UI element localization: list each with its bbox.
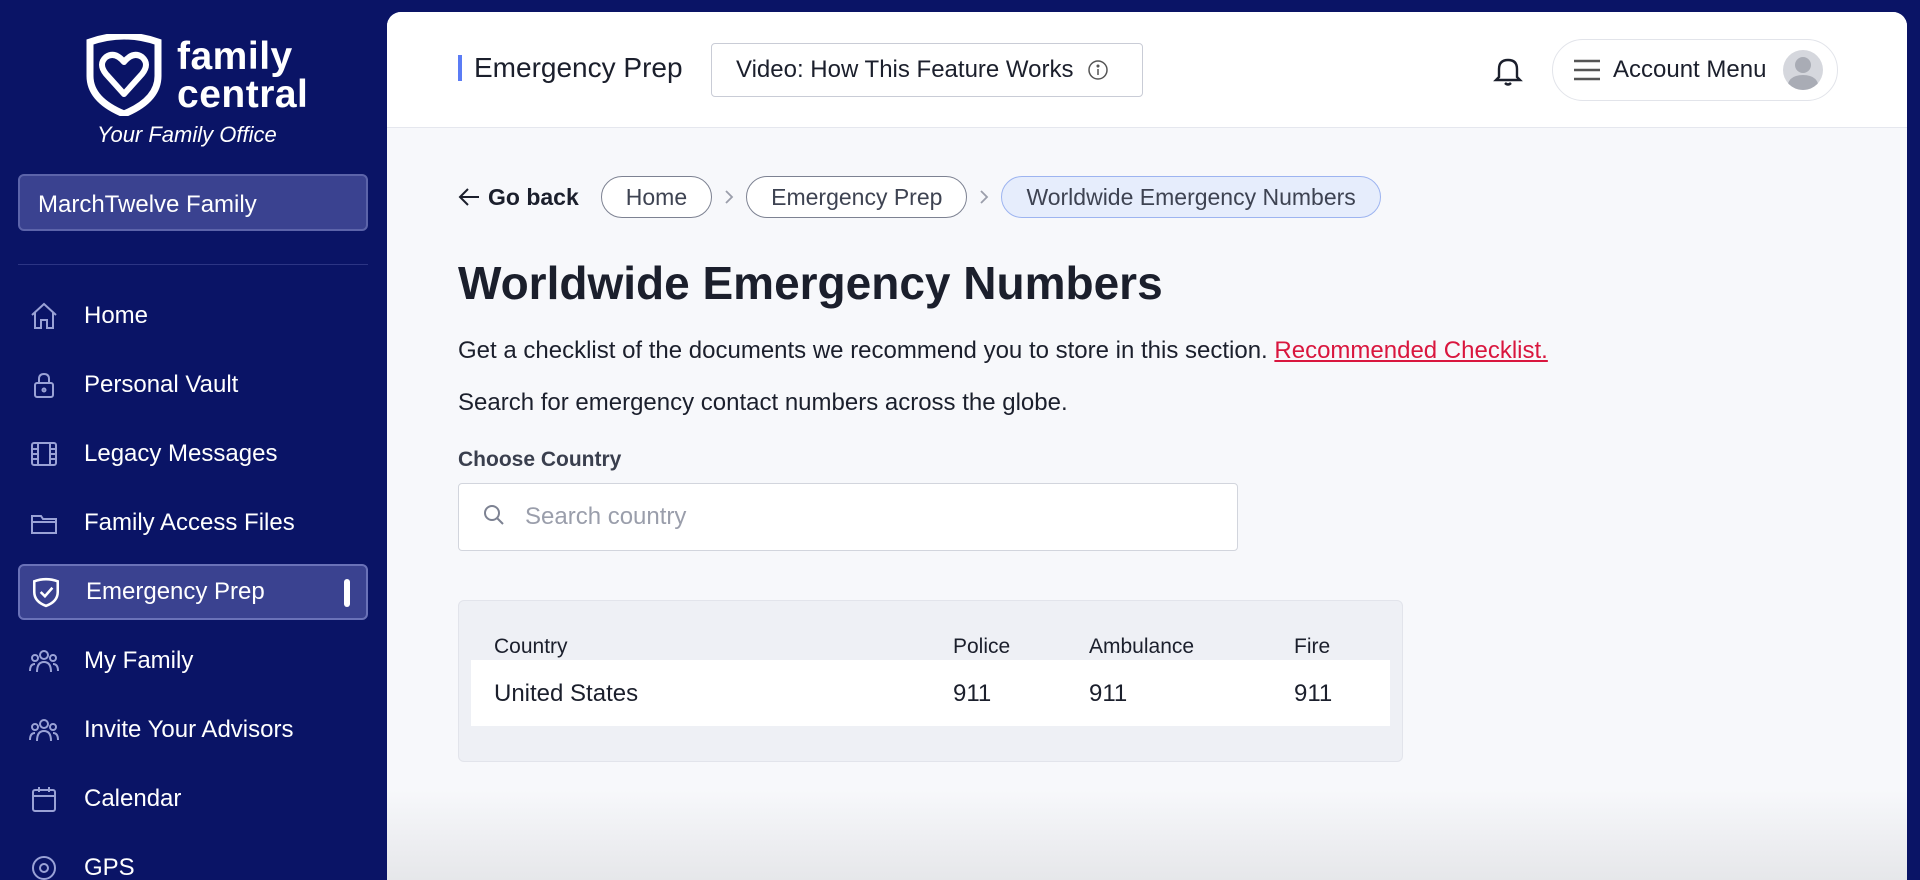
- column-header-police: Police: [953, 635, 1011, 658]
- avatar: [1783, 50, 1823, 90]
- sidebar-item-legacy-messages[interactable]: Legacy Messages: [18, 426, 368, 482]
- notifications-bell-icon[interactable]: [1493, 55, 1523, 92]
- page-title: Worldwide Emergency Numbers: [458, 257, 1163, 309]
- cell-ambulance: 911: [1089, 680, 1128, 707]
- video-button-label: Video: How This Feature Works: [736, 56, 1074, 83]
- hamburger-menu-icon: [1573, 58, 1601, 82]
- sidebar-item-label: Home: [84, 302, 149, 329]
- lock-icon: [28, 369, 60, 401]
- country-search-input[interactable]: [525, 503, 1205, 531]
- people-icon: [28, 645, 60, 677]
- checklist-text: Get a checklist of the documents we reco…: [458, 337, 1268, 364]
- sidebar-item-emergency-prep[interactable]: Emergency Prep: [18, 564, 368, 620]
- info-icon: [1087, 59, 1109, 81]
- calendar-icon: [28, 783, 60, 815]
- breadcrumb: Go back Home Emergency Prep Worldwide Em…: [458, 176, 1381, 218]
- sidebar-item-label: Personal Vault: [84, 371, 239, 398]
- go-back-label: Go back: [488, 183, 579, 210]
- sidebar-divider: [18, 264, 368, 265]
- table-row: United States 911 911 911: [471, 660, 1390, 726]
- recommended-checklist-link[interactable]: Recommended Checklist.: [1274, 337, 1547, 364]
- logo-tagline: Your Family Office: [97, 122, 277, 147]
- cell-police: 911: [953, 680, 992, 707]
- chevron-right-icon: [722, 189, 736, 205]
- active-indicator: [344, 579, 350, 607]
- sidebar: family central Your Family Office MarchT…: [0, 0, 387, 880]
- logo-line-2: central: [177, 73, 309, 116]
- folder-icon: [28, 507, 60, 539]
- cell-country: United States: [494, 680, 639, 707]
- sidebar-item-family-access-files[interactable]: Family Access Files: [18, 495, 368, 551]
- family-selector[interactable]: MarchTwelve Family: [18, 174, 368, 231]
- breadcrumb-home[interactable]: Home: [600, 176, 713, 218]
- video-feature-button[interactable]: Video: How This Feature Works: [711, 43, 1143, 97]
- header-title: Emergency Prep: [474, 52, 683, 83]
- home-icon: [28, 300, 60, 332]
- people-icon: [28, 714, 60, 746]
- sidebar-item-label: Emergency Prep: [86, 578, 265, 605]
- column-header-country: Country: [494, 635, 568, 658]
- column-header-ambulance: Ambulance: [1089, 635, 1195, 658]
- account-menu-button[interactable]: Account Menu: [1552, 39, 1838, 101]
- sidebar-item-label: GPS: [84, 854, 135, 880]
- chevron-right-icon: [977, 189, 991, 205]
- sidebar-item-label: Family Access Files: [84, 509, 295, 536]
- bottom-fade: [387, 790, 1907, 880]
- breadcrumb-current: Worldwide Emergency Numbers: [1001, 176, 1381, 218]
- sidebar-item-label: Invite Your Advisors: [84, 716, 294, 743]
- sidebar-item-personal-vault[interactable]: Personal Vault: [18, 357, 368, 413]
- checklist-description: Get a checklist of the documents we reco…: [458, 337, 1548, 365]
- sidebar-item-gps[interactable]: GPS: [18, 840, 368, 880]
- account-menu-label: Account Menu: [1613, 56, 1767, 83]
- arrow-left-icon: [458, 188, 479, 206]
- sidebar-item-my-family[interactable]: My Family: [18, 633, 368, 689]
- sidebar-item-label: Legacy Messages: [84, 440, 278, 467]
- emergency-numbers-table: Country Police Ambulance Fire United Sta…: [458, 600, 1403, 762]
- sidebar-item-label: My Family: [84, 647, 194, 674]
- title-accent: [458, 55, 462, 81]
- family-central-logo[interactable]: family central Your Family Office: [82, 34, 312, 154]
- search-description: Search for emergency contact numbers acr…: [458, 389, 1068, 416]
- logo-line-1: family: [177, 35, 293, 78]
- go-back-link[interactable]: Go back: [458, 184, 579, 211]
- search-icon: [483, 504, 505, 531]
- sidebar-item-home[interactable]: Home: [18, 288, 368, 344]
- sidebar-nav: Home Personal Vault Legacy Messages Fami…: [18, 288, 368, 880]
- breadcrumb-emergency-prep[interactable]: Emergency Prep: [746, 176, 968, 218]
- logo-wordmark: family central: [177, 35, 309, 116]
- main-panel: Emergency Prep Video: How This Feature W…: [387, 12, 1907, 880]
- sidebar-item-label: Calendar: [84, 785, 182, 812]
- choose-country-label: Choose Country: [458, 448, 622, 471]
- top-bar: Emergency Prep Video: How This Feature W…: [387, 12, 1907, 128]
- heart-shield-logo-icon: [86, 34, 162, 116]
- sidebar-item-invite-advisors[interactable]: Invite Your Advisors: [18, 702, 368, 758]
- sidebar-item-calendar[interactable]: Calendar: [18, 771, 368, 827]
- cell-fire: 911: [1294, 680, 1333, 707]
- country-search-box[interactable]: [458, 483, 1238, 551]
- column-header-fire: Fire: [1294, 635, 1331, 658]
- location-icon: [28, 852, 60, 880]
- shield-check-icon: [30, 576, 62, 608]
- film-icon: [28, 438, 60, 470]
